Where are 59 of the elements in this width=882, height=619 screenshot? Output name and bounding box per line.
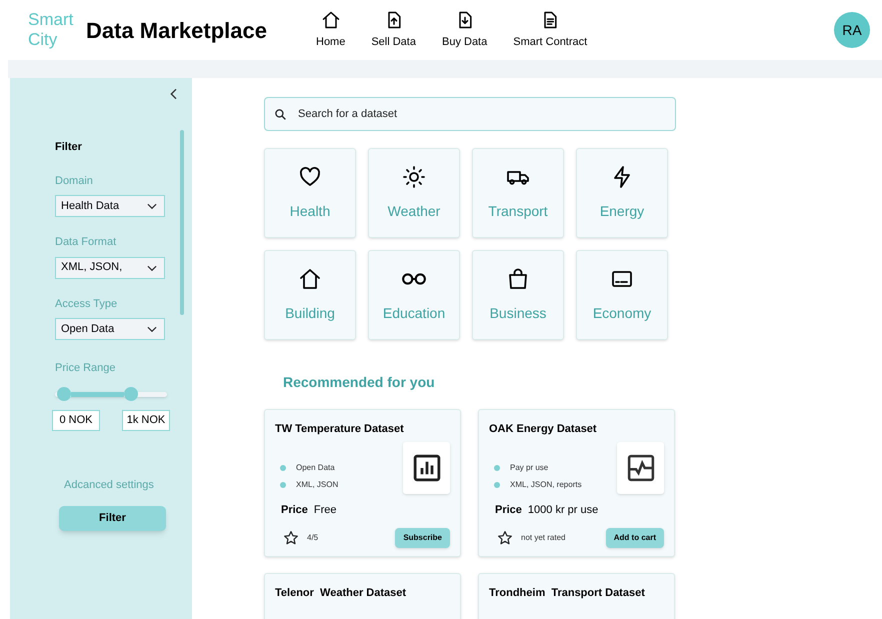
tag-text: XML, JSON, reports <box>510 478 582 490</box>
field-label: Domain <box>55 174 94 188</box>
bullet-icon <box>280 482 286 488</box>
slider-thumb[interactable] <box>124 386 138 400</box>
dataset-title: TW Temperature Dataset <box>275 422 405 437</box>
section-heading: Recommended for you <box>283 373 436 392</box>
app-title: Data Marketplace <box>86 16 268 45</box>
field-label: Data Format <box>55 235 118 250</box>
rating-text: 4/5 <box>307 532 318 544</box>
field-label: Price Range <box>55 361 117 376</box>
tag-text: XML, JSON <box>296 478 338 490</box>
tag-text: Open Data <box>296 462 335 474</box>
slider-range <box>70 392 124 396</box>
search-icon <box>274 108 287 121</box>
star-icon <box>283 530 299 546</box>
price-label: Price <box>281 502 308 518</box>
price-label: Price <box>495 502 522 518</box>
bullet-icon <box>280 464 286 470</box>
bullet-icon <box>494 482 500 488</box>
dataset-card[interactable]: TW Temperature Dataset Open Data XML, JSON Price Free 4/5 Subscribe <box>264 409 461 557</box>
action-button[interactable]: Add to cart <box>606 528 664 548</box>
home-icon <box>320 10 341 30</box>
search-field[interactable]: Search for a dataset <box>264 97 676 131</box>
heart-icon <box>298 164 322 188</box>
dataset-title: OAK Energy Dataset <box>489 422 598 437</box>
user-avatar[interactable]: RA <box>834 12 870 48</box>
dataset-title: Telenor Weather Dataset <box>275 586 408 601</box>
sun-icon <box>402 164 426 188</box>
dropdown[interactable]: XML, JSON, <box>55 256 165 278</box>
nav-link[interactable]: Home <box>316 10 346 50</box>
nav-link[interactable]: Smart Contract <box>513 10 588 50</box>
tag-text: Pay pr use <box>510 462 548 474</box>
max-price-field[interactable]: 1k NOK <box>122 410 170 430</box>
logo: Smart City <box>28 10 74 50</box>
dropdown[interactable]: Open Data <box>55 318 165 340</box>
bar-chart-icon <box>412 452 442 482</box>
dataset-card[interactable]: OAK Energy Dataset Pay pr use XML, JSON, reports Price 1000 kr pr use not yet rated Add to cart <box>478 409 675 557</box>
nav-link[interactable]: Buy Data <box>442 10 488 50</box>
price-value: Free <box>314 502 337 518</box>
line-chart-icon <box>626 452 656 482</box>
dataset-title: Trondheim Transport Dataset <box>489 586 646 601</box>
star-icon <box>497 530 513 546</box>
rating-text: not yet rated <box>521 532 566 544</box>
nav-link[interactable]: Sell Data <box>371 10 416 50</box>
home-icon <box>298 266 322 290</box>
dropdown[interactable]: Health Data <box>55 195 165 217</box>
scrollbar[interactable] <box>180 130 184 315</box>
slider-thumb[interactable] <box>56 386 71 400</box>
min-price-field[interactable]: 0 NOK <box>52 410 100 430</box>
dataset-card[interactable]: Telenor Weather Dataset <box>264 573 461 619</box>
shopping-bag-icon <box>506 266 530 290</box>
bullet-icon <box>494 464 500 470</box>
dataset-card[interactable]: Trondheim Transport Dataset <box>478 573 675 619</box>
filter-heading: Filter <box>55 140 83 155</box>
filter-button[interactable]: Filter <box>59 506 166 530</box>
field-label: Access Type <box>55 296 118 312</box>
action-button[interactable]: Subscribe <box>395 528 450 548</box>
glasses-icon <box>402 272 426 284</box>
price-value: 1000 kr pr use <box>528 502 598 518</box>
